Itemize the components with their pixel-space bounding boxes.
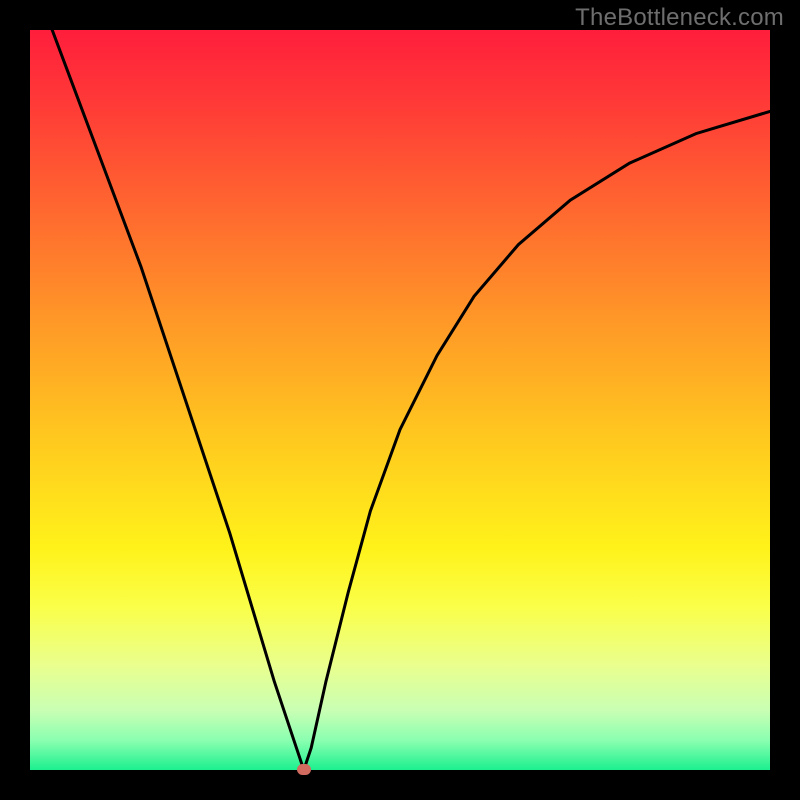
plot-background [30, 30, 770, 770]
bottleneck-plot [30, 30, 770, 770]
optimal-point-marker [297, 764, 311, 775]
chart-frame: TheBottleneck.com [0, 0, 800, 800]
watermark-label: TheBottleneck.com [575, 4, 784, 32]
